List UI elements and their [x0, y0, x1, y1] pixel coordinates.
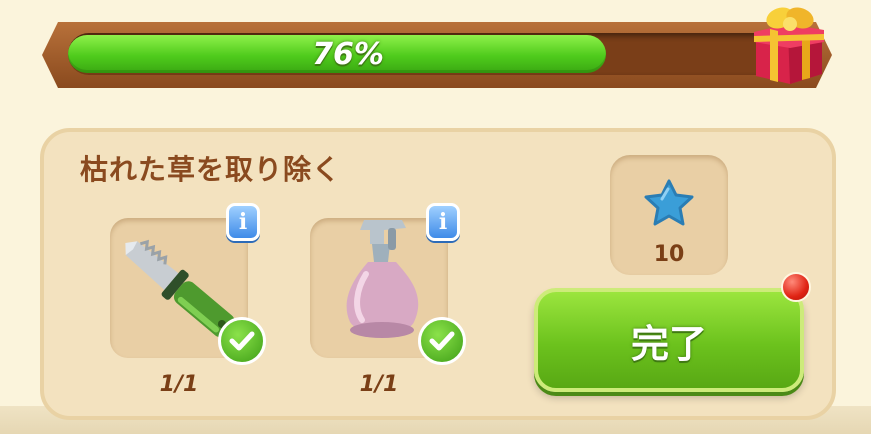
- progress-bar: 76%: [68, 33, 808, 75]
- blue-star-icon: [644, 179, 694, 226]
- item-count: 1/1: [159, 372, 199, 397]
- quest-title: 枯れた草を取り除く: [80, 153, 342, 186]
- info-button[interactable]: i: [426, 203, 460, 241]
- item-count: 1/1: [359, 372, 399, 397]
- reward-count: 10: [653, 242, 685, 267]
- info-button[interactable]: i: [226, 203, 260, 241]
- checkmark-icon: [418, 317, 466, 365]
- complete-button[interactable]: 完了: [534, 288, 804, 392]
- gift-box-icon[interactable]: [750, 2, 826, 86]
- progress-percent-label: 76%: [312, 37, 384, 72]
- checkmark-icon: [218, 317, 266, 365]
- notification-dot: [781, 272, 811, 302]
